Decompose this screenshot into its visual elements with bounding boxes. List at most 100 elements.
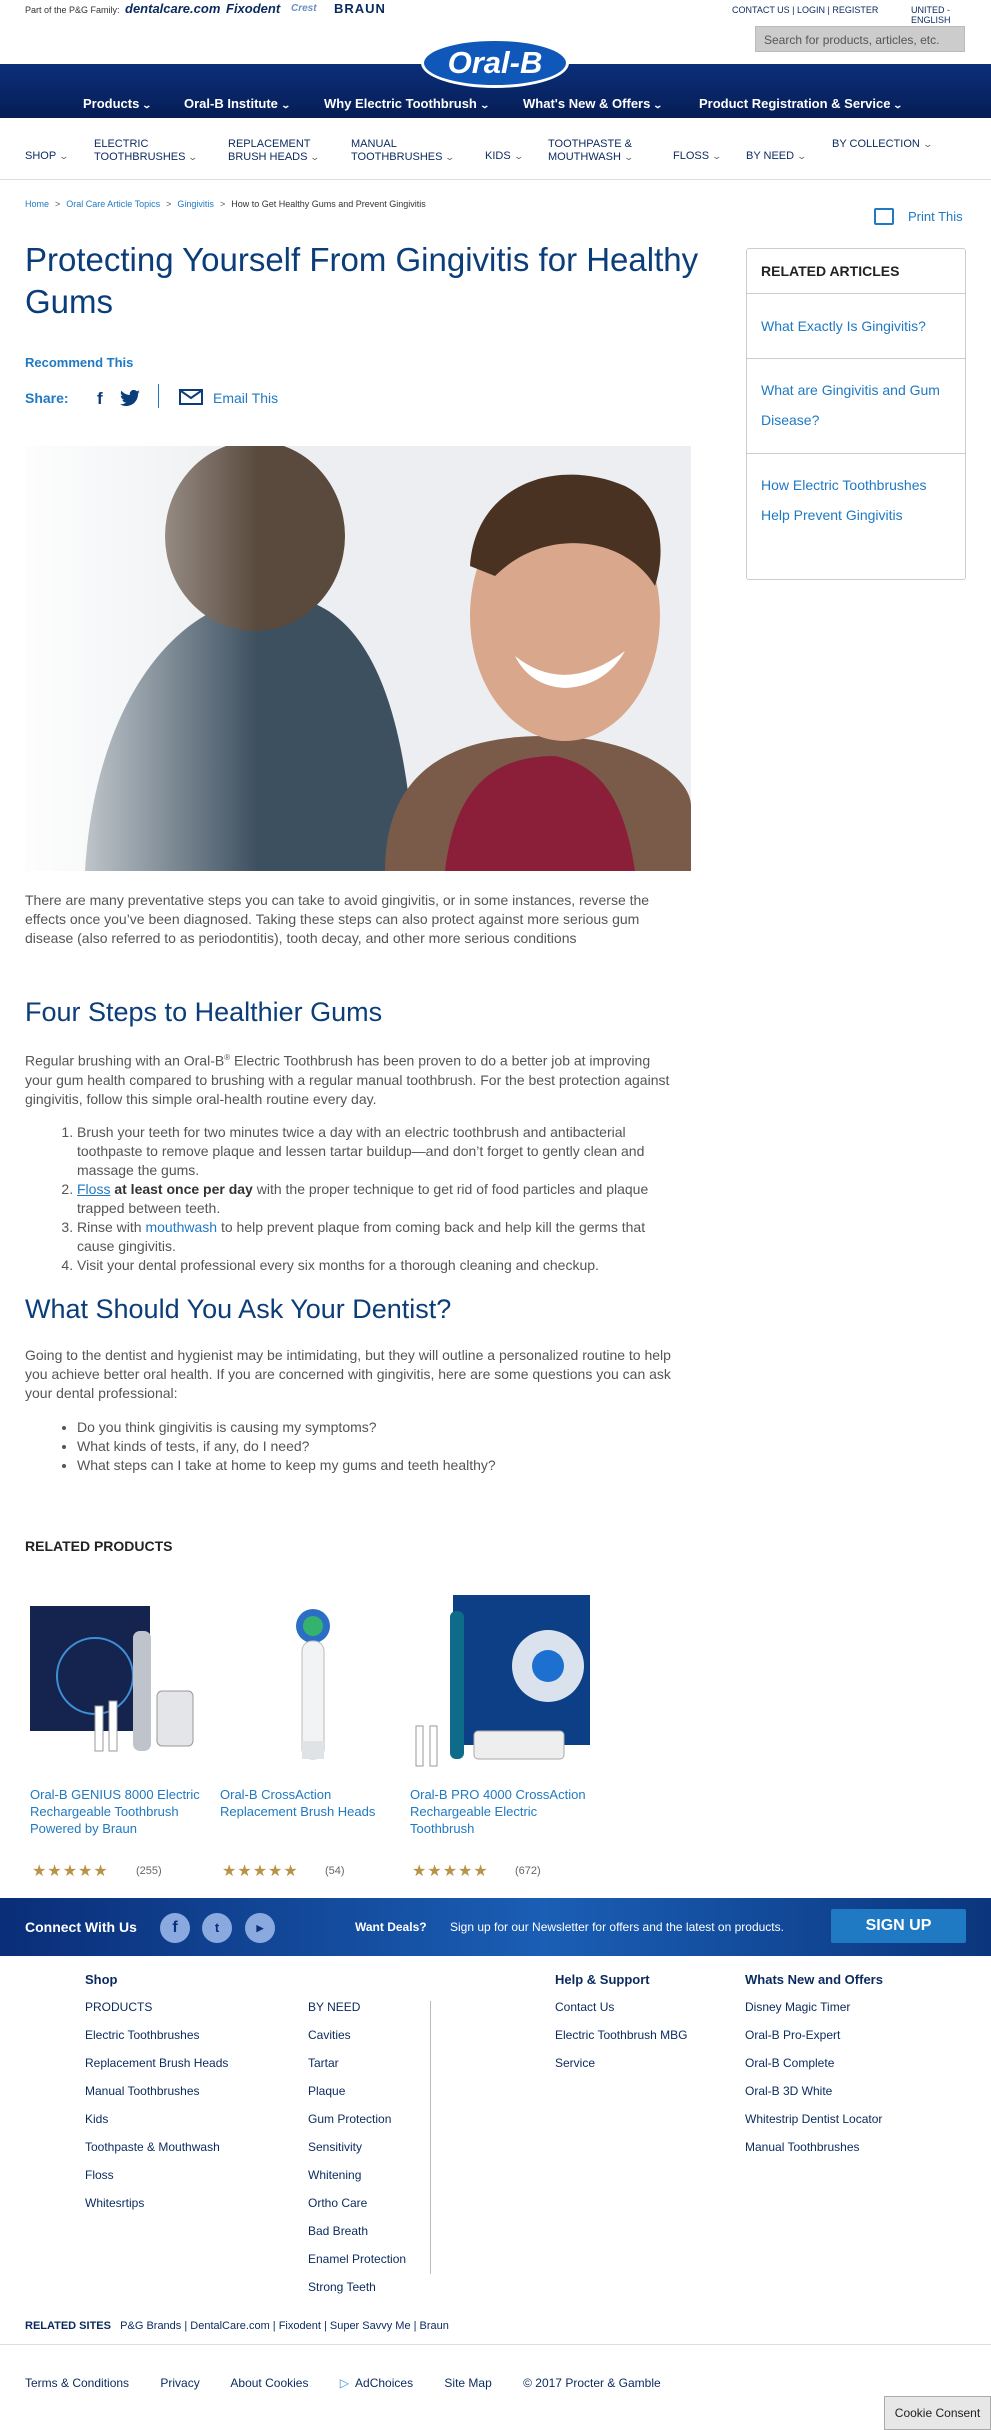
footer-link[interactable]: Oral-B Complete [745,2049,882,2077]
cookie-consent-button[interactable]: Cookie Consent [884,2396,991,2430]
footer-link[interactable]: Manual Toothbrushes [85,2077,228,2105]
search-input[interactable]: Search for products, articles, etc. [755,26,965,52]
crest-logo-link[interactable]: Crest [291,3,317,14]
facebook-icon[interactable]: f [97,389,103,409]
footer-link[interactable]: Ortho Care [308,2189,406,2217]
footer-link[interactable]: Service [555,2049,688,2077]
product-image[interactable] [408,1591,590,1776]
subnav-electric-toothbrushes[interactable]: ELECTRIC TOOTHBRUSHES ⌄ [94,138,204,164]
footer-link[interactable]: Whitening [308,2161,406,2189]
footer-link[interactable]: Replacement Brush Heads [85,2049,228,2077]
footer-link[interactable]: Oral-B Pro-Expert [745,2021,882,2049]
nav-products[interactable]: Products ⌄ [83,96,152,111]
footer-link[interactable]: Floss [85,2161,228,2189]
terms-link[interactable]: Terms & Conditions [25,2376,129,2390]
email-this-link[interactable]: Email This [213,390,278,406]
step-item: Rinse with mouthwash to help prevent pla… [77,1218,675,1256]
nav-why-electric[interactable]: Why Electric Toothbrush ⌄ [324,96,490,111]
related-sites-label: RELATED SITES [25,2320,111,2332]
subnav-by-need[interactable]: BY NEED ⌄ [746,150,807,163]
footer-link[interactable]: Strong Teeth [308,2273,406,2301]
dentalcare-logo-link[interactable]: dentalcare.com [125,1,220,16]
step-item: Brush your teeth for two minutes twice a… [77,1123,675,1180]
footer-link[interactable]: Tartar [308,2049,406,2077]
account-links[interactable]: CONTACT US | LOGIN | REGISTER [732,5,878,15]
footer-link[interactable]: PRODUCTS [85,1993,228,2021]
footer-link[interactable]: Disney Magic Timer [745,1993,882,2021]
footer-link[interactable]: Electric Toothbrushes [85,2021,228,2049]
related-sites: RELATED SITES P&G Brands | DentalCare.co… [25,2320,449,2332]
twitter-icon[interactable]: t [202,1913,232,1943]
related-article-link[interactable]: How Electric Toothbrushes Help Prevent G… [761,470,951,530]
divider [747,453,965,454]
subnav-floss[interactable]: FLOSS ⌄ [673,150,722,163]
footer-link[interactable]: Electric Toothbrush MBG [555,2021,688,2049]
subnav-by-collection[interactable]: BY COLLECTION ⌄ [832,138,933,151]
chevron-down-icon: ⌄ [922,139,933,149]
step-item: Floss at least once per day with the pro… [77,1180,675,1218]
footer-link[interactable]: Bad Breath [308,2217,406,2245]
chevron-down-icon: ⌄ [623,152,634,162]
subnav-label: SHOP [25,150,57,162]
footer-link[interactable]: Gum Protection [308,2105,406,2133]
nav-product-registration[interactable]: Product Registration & Service ⌄ [699,96,904,111]
signup-button[interactable]: SIGN UP [831,1909,966,1943]
braun-logo-link[interactable]: BRAUN [334,1,386,16]
nav-oral-b-institute[interactable]: Oral-B Institute ⌄ [184,96,291,111]
related-article-link[interactable]: What are Gingivitis and Gum Disease? [761,375,951,435]
footer-by-need-column: BY NEED Cavities Tartar Plaque Gum Prote… [308,1993,406,2301]
facebook-icon[interactable]: f [160,1913,190,1943]
footer-link[interactable]: Toothpaste & Mouthwash [85,2133,228,2161]
footer-link[interactable]: Enamel Protection [308,2245,406,2273]
footer-link[interactable]: Kids [85,2105,228,2133]
about-cookies-link[interactable]: About Cookies [230,2376,308,2390]
footer-divider [430,2001,431,2274]
review-count[interactable]: (255) [136,1865,162,1877]
subnav-toothpaste-mouthwash[interactable]: TOOTHPASTE & MOUTHWASH ⌄ [548,138,658,164]
privacy-link[interactable]: Privacy [160,2376,199,2390]
product-image[interactable] [218,1591,398,1776]
breadcrumb-gingivitis[interactable]: Gingivitis [177,199,214,209]
footer-link[interactable]: Oral-B 3D White [745,2077,882,2105]
youtube-icon[interactable]: ▶ [245,1913,275,1943]
mail-icon[interactable] [179,389,203,405]
footer-link[interactable]: Contact Us [555,1993,688,2021]
subnav-label: TOOTHPASTE & MOUTHWASH [548,138,632,163]
review-count[interactable]: (672) [515,1865,541,1877]
oral-b-logo[interactable]: Oral-B [421,38,569,88]
recommend-link[interactable]: Recommend This [25,355,133,370]
floss-link[interactable]: Floss [77,1181,110,1197]
breadcrumb-article-topics[interactable]: Oral Care Article Topics [66,199,160,209]
twitter-icon[interactable] [120,390,140,406]
steps-intro-paragraph: Regular brushing with an Oral-B® Electri… [25,1048,675,1109]
footer-link[interactable]: Plaque [308,2077,406,2105]
adchoices-link[interactable]: AdChoices [355,2376,413,2390]
footer-link[interactable]: Manual Toothbrushes [745,2133,882,2161]
print-link[interactable]: Print This [908,209,963,224]
subnav-manual-toothbrushes[interactable]: MANUAL TOOTHBRUSHES ⌄ [351,138,461,164]
mouthwash-link[interactable]: mouthwash [145,1219,217,1235]
subnav-kids[interactable]: KIDS ⌄ [485,150,524,163]
product-name-link[interactable]: Oral-B PRO 4000 CrossAction Rechargeable… [410,1786,600,1837]
related-sites-links[interactable]: P&G Brands | DentalCare.com | Fixodent |… [120,2320,449,2332]
footer-link[interactable]: BY NEED [308,1993,406,2021]
footer-link[interactable]: Whitesrtips [85,2189,228,2217]
breadcrumb-home[interactable]: Home [25,199,49,209]
subnav-replacement-brush-heads[interactable]: REPLACEMENT BRUSH HEADS ⌄ [228,138,328,164]
nav-whats-new[interactable]: What's New & Offers ⌄ [523,96,663,111]
footer-link[interactable]: Whitestrip Dentist Locator [745,2105,882,2133]
footer-link[interactable]: Sensitivity [308,2133,406,2161]
subnav-shop[interactable]: SHOP ⌄ [25,150,69,163]
product-name-link[interactable]: Oral-B CrossAction Replacement Brush Hea… [220,1786,395,1820]
step-item: Visit your dental professional every six… [77,1256,675,1275]
fixodent-logo-link[interactable]: Fixodent [226,1,280,16]
product-name-link[interactable]: Oral-B GENIUS 8000 Electric Rechargeable… [30,1786,220,1837]
region-selector[interactable]: UNITED - ENGLISH [911,5,991,25]
footer-link[interactable]: Cavities [308,2021,406,2049]
deals-label: Want Deals? [355,1920,427,1934]
site-map-link[interactable]: Site Map [444,2376,491,2390]
related-article-link[interactable]: What Exactly Is Gingivitis? [761,311,951,341]
product-image[interactable] [25,1591,205,1776]
review-count[interactable]: (54) [325,1865,345,1877]
printer-icon[interactable] [874,208,894,225]
